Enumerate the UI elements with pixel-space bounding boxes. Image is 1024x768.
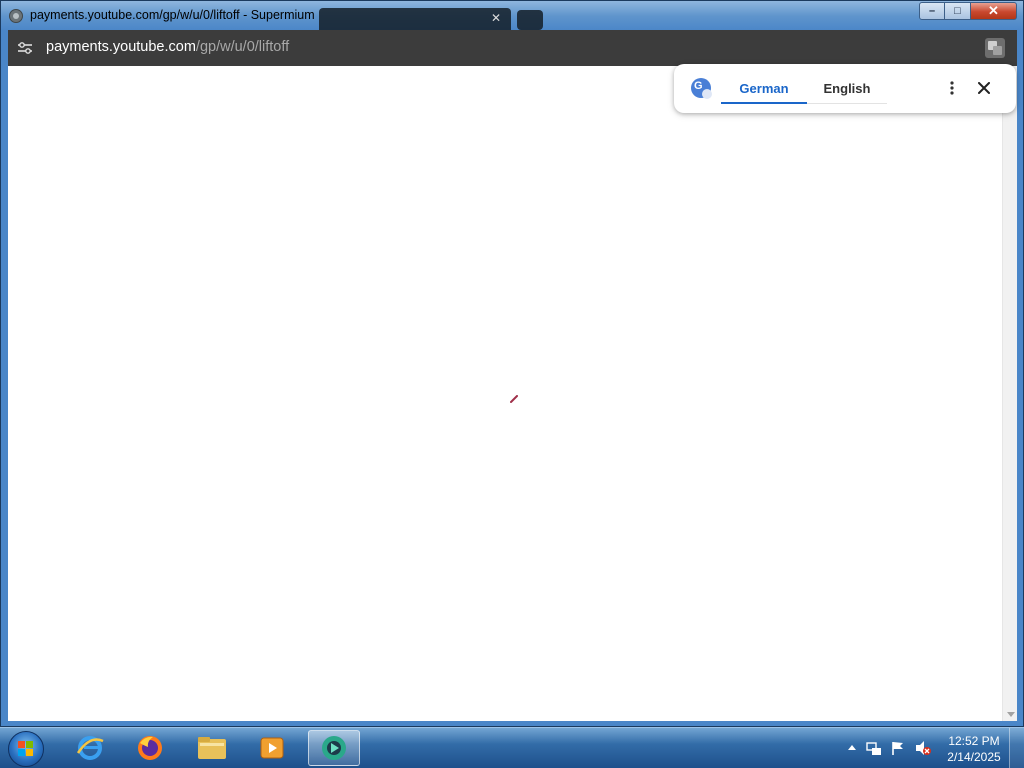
network-icon[interactable] [866, 741, 882, 757]
folder-icon [198, 737, 226, 759]
url-host: payments.youtube.com [46, 39, 196, 55]
firefox-icon [138, 736, 162, 760]
taskbar: 12:52 PM 2/14/2025 [0, 727, 1024, 768]
url-field[interactable]: payments.youtube.com/gp/w/u/0/liftoff [46, 39, 289, 55]
close-icon [978, 82, 990, 94]
window-title: payments.youtube.com/gp/w/u/0/liftoff - … [30, 8, 315, 22]
more-options-button[interactable] [942, 78, 962, 98]
page-favicon-icon [9, 9, 23, 23]
system-clock[interactable]: 12:52 PM 2/14/2025 [940, 733, 1008, 765]
more-vert-icon [950, 81, 954, 95]
taskbar-firefox[interactable] [124, 730, 176, 766]
background-window-glimpse-button [517, 10, 543, 30]
action-center-flag-icon[interactable] [890, 740, 906, 756]
supermium-icon [322, 736, 346, 760]
translate-page-icon[interactable] [985, 38, 1005, 58]
volume-muted-icon[interactable] [914, 740, 932, 756]
close-window-button[interactable]: ✕ [971, 2, 1017, 20]
taskbar-file-explorer[interactable] [186, 730, 238, 766]
show-hidden-icons-button[interactable] [848, 745, 856, 750]
window-controls: – □ ✕ [919, 2, 1017, 20]
ie-icon [76, 736, 104, 760]
translate-bubble: German English [674, 64, 1016, 113]
tab-german[interactable]: German [721, 74, 807, 104]
minimize-button[interactable]: – [919, 2, 945, 20]
vertical-scrollbar[interactable] [1002, 66, 1017, 721]
url-path: /gp/w/u/0/liftoff [195, 39, 290, 55]
tune-icon [18, 42, 32, 54]
clock-date: 2/14/2025 [947, 750, 1001, 764]
ghost-close-icon: ✕ [490, 11, 501, 25]
tab-english[interactable]: English [807, 74, 887, 104]
background-window-glimpse: ✕ [319, 8, 511, 30]
loading-spinner-icon [510, 395, 518, 403]
windows-logo-icon [18, 741, 34, 757]
address-bar: payments.youtube.com/gp/w/u/0/liftoff [8, 30, 1017, 66]
clock-time: 12:52 PM [948, 734, 1000, 748]
page-viewport [8, 66, 1017, 721]
start-button[interactable] [8, 731, 44, 767]
taskbar-supermium[interactable] [308, 730, 360, 766]
google-translate-icon [691, 78, 712, 99]
maximize-button[interactable]: □ [945, 2, 971, 20]
taskbar-media-player[interactable] [246, 730, 298, 766]
taskbar-internet-explorer[interactable] [64, 730, 116, 766]
close-bubble-button[interactable] [974, 78, 994, 98]
title-bar[interactable]: payments.youtube.com/gp/w/u/0/liftoff - … [1, 1, 1023, 31]
media-player-icon [260, 737, 284, 759]
site-info-button[interactable] [16, 39, 34, 57]
scroll-down-arrow-icon[interactable] [1007, 712, 1015, 717]
show-desktop-button[interactable] [1009, 728, 1024, 768]
